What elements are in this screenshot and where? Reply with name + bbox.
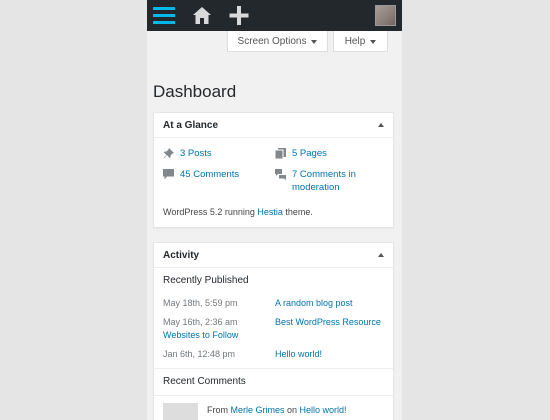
home-icon[interactable] bbox=[192, 5, 212, 26]
admin-bar bbox=[147, 0, 402, 31]
chevron-down-icon bbox=[311, 39, 318, 44]
post-link[interactable]: Best WordPress Resource bbox=[275, 317, 381, 327]
widget-header: Activity bbox=[154, 243, 393, 268]
avatar bbox=[163, 403, 198, 420]
comment-post-link[interactable]: Hello world! bbox=[300, 405, 347, 415]
recent-comments-heading: Recent Comments bbox=[163, 376, 246, 387]
wp-info-suffix: theme. bbox=[282, 207, 313, 217]
post-link-continued[interactable]: Websites to Follow bbox=[163, 330, 238, 340]
comment-author-link[interactable]: Merle Grimes bbox=[231, 405, 285, 415]
comment-meta: From Merle Grimes on Hello world! bbox=[207, 405, 347, 415]
menu-icon[interactable] bbox=[153, 5, 175, 25]
help-label: Help bbox=[344, 35, 366, 47]
divider bbox=[154, 368, 393, 369]
recently-published-heading: Recently Published bbox=[163, 275, 249, 286]
collapse-toggle-icon[interactable] bbox=[378, 123, 384, 127]
glance-posts-label: 3 Posts bbox=[180, 148, 212, 159]
post-date: May 18th, 5:59 pm bbox=[163, 298, 238, 308]
wordpress-version-info: WordPress 5.2 running Hestia theme. bbox=[163, 207, 313, 217]
widget-header: At a Glance bbox=[154, 113, 393, 138]
post-date: May 16th, 2:36 am bbox=[163, 317, 238, 327]
post-date: Jan 6th, 12:48 pm bbox=[163, 349, 236, 359]
glance-pages-label: 5 Pages bbox=[292, 148, 327, 159]
pin-icon bbox=[163, 148, 174, 159]
widget-title: Activity bbox=[163, 250, 200, 261]
post-link[interactable]: A random blog post bbox=[275, 298, 353, 308]
at-a-glance-widget: At a Glance 3 Posts 5 Pages 45 Comments bbox=[153, 112, 394, 228]
theme-link[interactable]: Hestia bbox=[257, 207, 283, 217]
screen-options-label: Screen Options bbox=[237, 35, 307, 47]
plus-icon[interactable] bbox=[229, 5, 249, 26]
comment-on: on bbox=[284, 405, 300, 415]
wp-info-prefix: WordPress 5.2 running bbox=[163, 207, 258, 217]
help-button[interactable]: Help bbox=[333, 31, 388, 52]
phone-frame: Screen Options Help Dashboard At a Glanc… bbox=[147, 0, 402, 420]
comment-from: From bbox=[207, 405, 231, 415]
screen-options-button[interactable]: Screen Options bbox=[227, 31, 328, 52]
glance-moderation-label-line1: 7 Comments in bbox=[292, 169, 356, 180]
post-link[interactable]: Hello world! bbox=[275, 349, 322, 359]
avatar[interactable] bbox=[375, 5, 396, 26]
divider bbox=[154, 395, 393, 396]
activity-widget: Activity Recently Published May 18th, 5:… bbox=[153, 242, 394, 420]
widget-title: At a Glance bbox=[163, 120, 219, 131]
comments-icon bbox=[275, 169, 286, 180]
glance-comments-label: 45 Comments bbox=[180, 169, 240, 180]
collapse-toggle-icon[interactable] bbox=[378, 253, 384, 257]
glance-moderation-label-line2: moderation bbox=[292, 182, 340, 193]
pages-icon bbox=[274, 148, 286, 160]
page-title: Dashboard bbox=[153, 82, 237, 101]
chevron-down-icon bbox=[370, 39, 377, 44]
comment-icon bbox=[163, 169, 174, 180]
